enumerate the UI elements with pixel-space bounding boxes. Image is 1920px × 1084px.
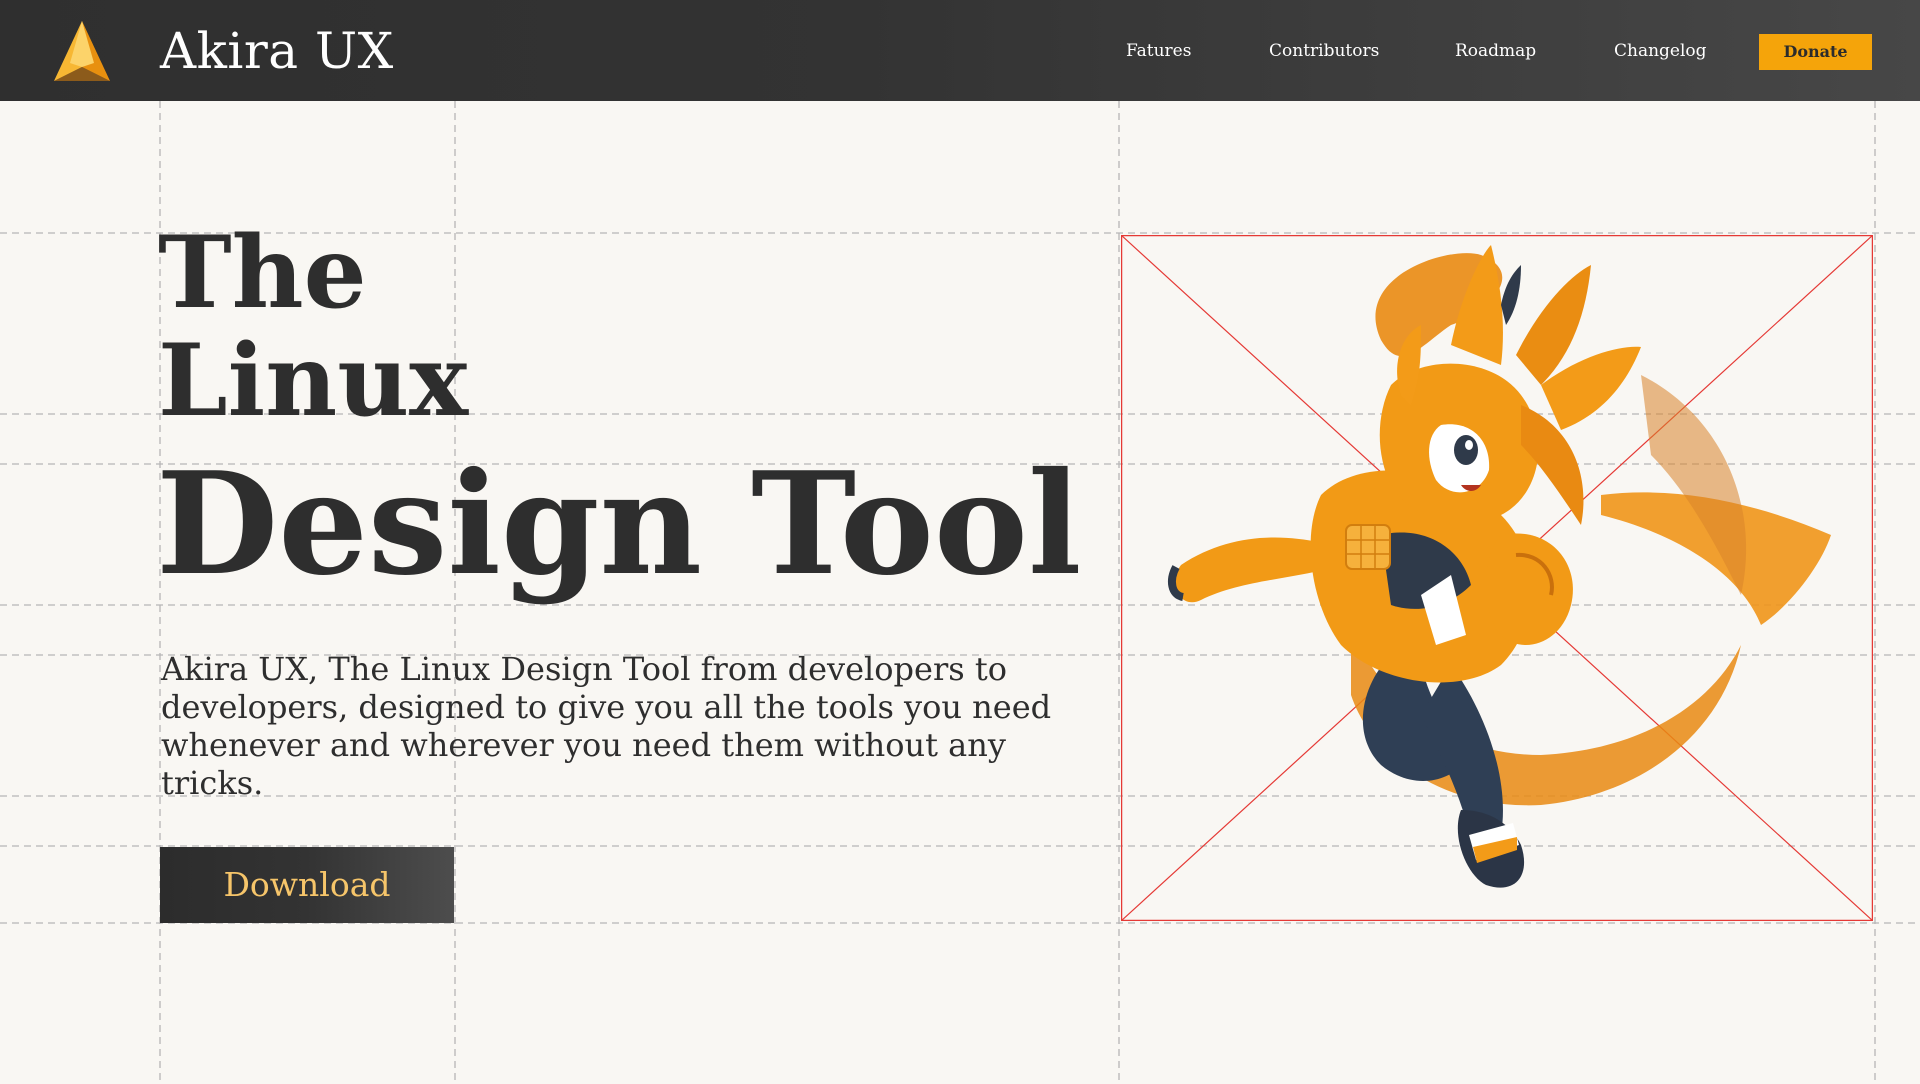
nav-link-roadmap[interactable]: Roadmap: [1455, 40, 1536, 62]
nav-link-features[interactable]: Fatures: [1126, 40, 1191, 62]
top-navigation-bar: Akira UX Fatures Contributors Roadmap Ch…: [0, 0, 1920, 101]
headline-line-the: The: [158, 215, 367, 331]
headline-line-linux: Linux: [158, 323, 469, 439]
nav-link-contributors[interactable]: Contributors: [1269, 40, 1379, 62]
donate-button[interactable]: Donate: [1759, 34, 1872, 70]
headline-design-tool: Design Tool: [156, 442, 1082, 607]
brand-name[interactable]: Akira UX: [160, 20, 394, 82]
akira-logo-icon[interactable]: [50, 19, 114, 83]
hero-description: Akira UX, The Linux Design Tool from dev…: [161, 650, 1052, 802]
mascot-illustration: [1121, 235, 1873, 921]
nav-link-changelog[interactable]: Changelog: [1614, 40, 1707, 62]
download-button[interactable]: Download: [160, 847, 454, 923]
